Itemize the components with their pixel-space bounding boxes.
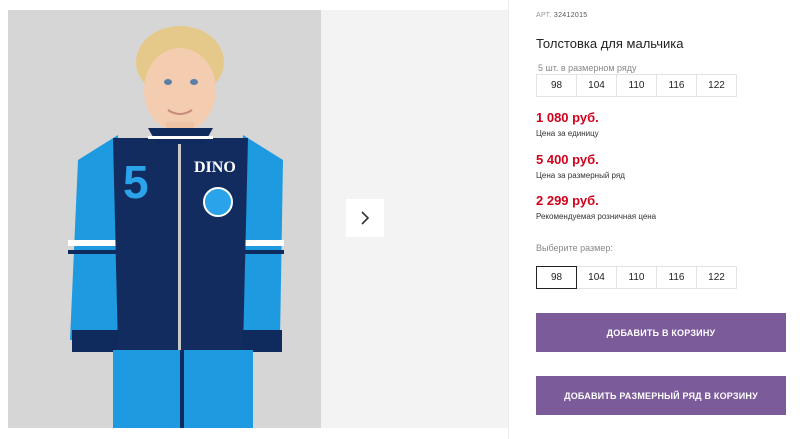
svg-text:5: 5 [123, 156, 149, 208]
retail-price: 2 299 руб. [536, 193, 599, 208]
product-gallery: 5 DINO [0, 0, 508, 439]
pack-size-cell: 122 [696, 74, 737, 97]
pack-sizes-row: 98 104 110 116 122 [536, 74, 737, 97]
gallery-next-button[interactable] [346, 199, 384, 237]
add-to-cart-button[interactable]: ДОБАВИТЬ В КОРЗИНУ [536, 313, 786, 352]
pack-size-cell: 98 [536, 74, 577, 97]
add-pack-to-cart-button[interactable]: ДОБАВИТЬ РАЗМЕРНЫЙ РЯД В КОРЗИНУ [536, 376, 786, 415]
product-photo-image: 5 DINO [8, 10, 321, 428]
article-number: АРТ. 32412015 [536, 12, 587, 19]
pack-price: 5 400 руб. [536, 152, 599, 167]
product-info: АРТ. 32412015 Толстовка для мальчика 5 ш… [536, 0, 800, 439]
article-value: 32412015 [553, 12, 588, 19]
product-title: Толстовка для мальчика [536, 36, 684, 51]
article-label: АРТ. [536, 12, 552, 19]
size-option-116[interactable]: 116 [656, 266, 697, 289]
size-option-110[interactable]: 110 [616, 266, 657, 289]
vertical-divider [508, 0, 509, 439]
pack-size-cell: 104 [576, 74, 617, 97]
retail-price-note: Рекомендуемая розничная цена [536, 212, 657, 221]
pack-price-note: Цена за размерный ряд [536, 171, 625, 180]
pack-size-cell: 116 [656, 74, 697, 97]
chevron-right-icon [361, 211, 370, 225]
size-option-98[interactable]: 98 [536, 266, 577, 289]
size-option-104[interactable]: 104 [576, 266, 617, 289]
svg-text:DINO: DINO [194, 159, 236, 176]
unit-price-note: Цена за единицу [536, 129, 599, 138]
unit-price: 1 080 руб. [536, 110, 599, 125]
size-selector: 98 104 110 116 122 [536, 266, 737, 289]
product-photo[interactable]: 5 DINO [8, 10, 321, 428]
size-option-122[interactable]: 122 [696, 266, 737, 289]
pack-size-cell: 110 [616, 74, 657, 97]
pack-size-label: 5 шт. в размерном ряду [538, 63, 637, 73]
choose-size-label: Выберите размер: [536, 243, 613, 253]
